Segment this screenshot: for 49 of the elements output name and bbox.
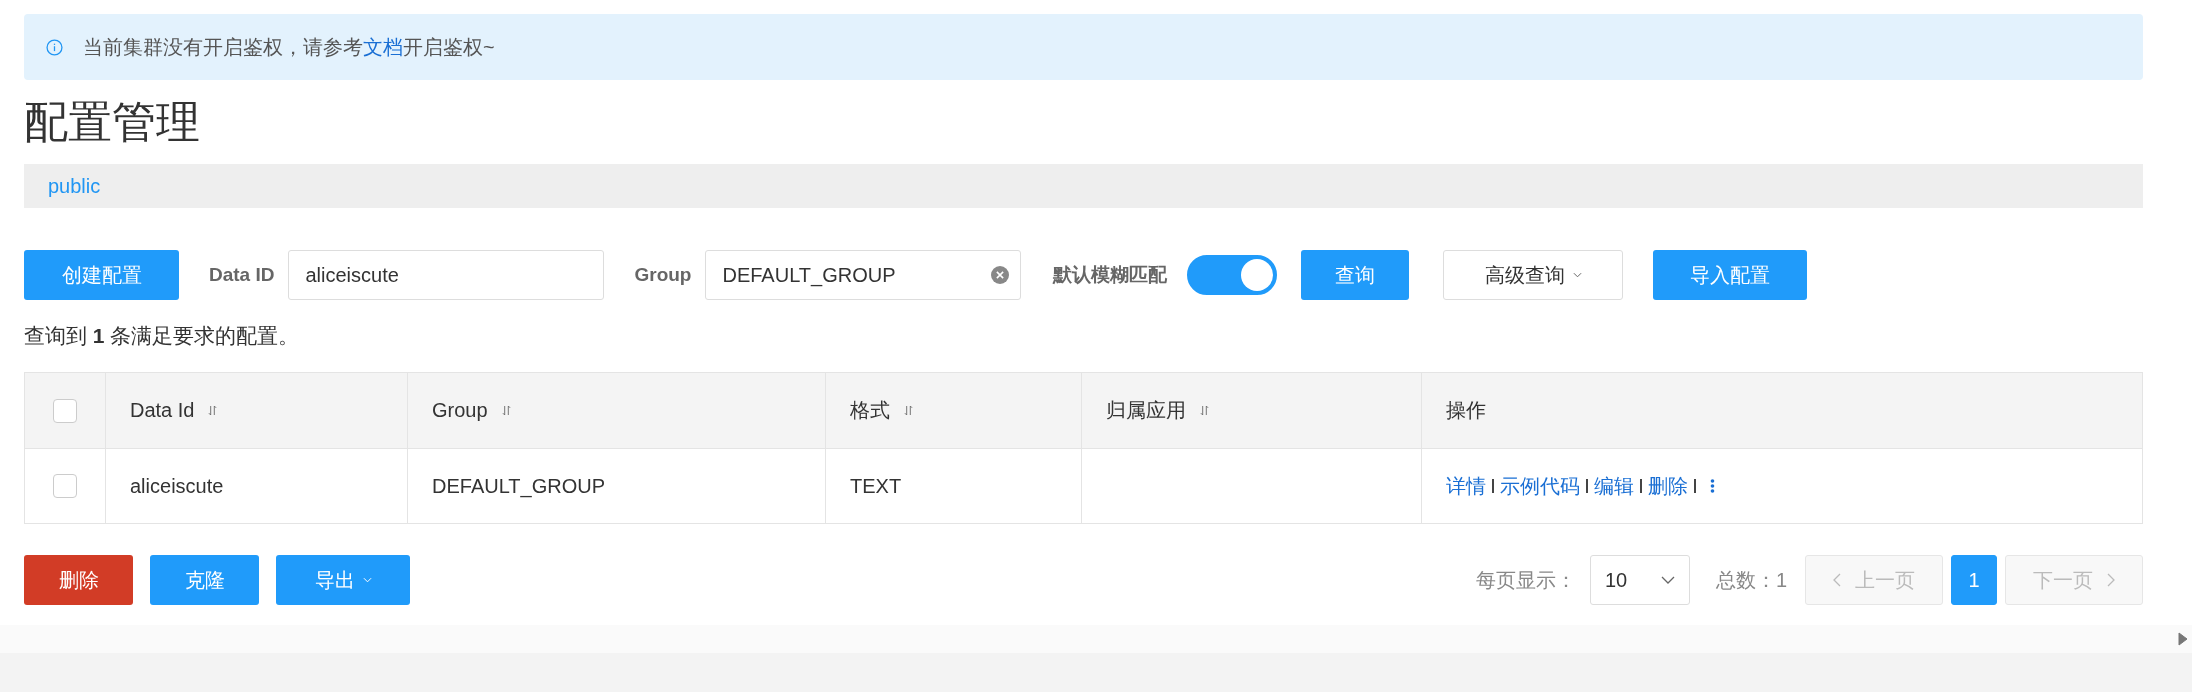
total-count: 总数：1 bbox=[1715, 567, 1787, 593]
data-id-label: Data ID bbox=[209, 264, 275, 286]
sort-icon[interactable] bbox=[1200, 405, 1209, 416]
clone-button[interactable]: 克隆 bbox=[150, 555, 259, 605]
import-config-button[interactable]: 导入配置 bbox=[1653, 250, 1808, 300]
chevron-right-icon bbox=[2107, 573, 2115, 587]
column-header[interactable]: Group bbox=[407, 372, 826, 449]
page-number-button[interactable]: 1 bbox=[1951, 555, 1997, 605]
table-cell: DEFAULT_GROUP bbox=[432, 474, 605, 497]
page-size-label: 每页显示： bbox=[1475, 567, 1576, 593]
clear-icon[interactable] bbox=[991, 266, 1010, 284]
column-header[interactable]: 格式 bbox=[825, 372, 1082, 449]
delete-button[interactable]: 删除 bbox=[24, 555, 133, 605]
select-all-checkbox[interactable] bbox=[53, 398, 77, 423]
group-label: Group bbox=[634, 264, 692, 286]
group-field[interactable]: DEFAULT_GROUP bbox=[705, 250, 1022, 300]
action-link[interactable]: 详情 bbox=[1446, 472, 1486, 500]
caret-icon bbox=[1572, 272, 1582, 278]
caret-icon bbox=[362, 577, 372, 583]
sort-icon[interactable] bbox=[208, 405, 218, 416]
fuzzy-match-label: 默认模糊匹配 bbox=[1053, 263, 1168, 287]
column-header: 操作 bbox=[1421, 372, 2143, 449]
notice-text: 当前集群没有开启鉴权，请参考文档开启鉴权~ bbox=[83, 34, 495, 60]
export-dropdown-button[interactable]: 导出 bbox=[276, 555, 410, 605]
data-id-field[interactable]: aliceiscute bbox=[288, 250, 605, 300]
info-icon bbox=[46, 38, 63, 56]
namespace-tab[interactable]: public bbox=[48, 174, 101, 198]
column-header[interactable]: 归属应用 bbox=[1081, 372, 1422, 449]
page-title: 配置管理 bbox=[24, 96, 201, 148]
result-summary: 查询到 1 条满足要求的配置。 bbox=[24, 323, 301, 349]
row-checkbox[interactable] bbox=[53, 474, 77, 499]
table-cell: aliceiscute bbox=[130, 474, 224, 497]
play-icon[interactable] bbox=[2178, 632, 2188, 646]
fuzzy-match-toggle[interactable] bbox=[1187, 255, 1278, 295]
table-cell: TEXT bbox=[850, 474, 902, 497]
column-header[interactable]: Data Id bbox=[105, 372, 408, 449]
chevron-left-icon bbox=[1833, 573, 1841, 587]
page-size-select[interactable]: 10 bbox=[1589, 555, 1690, 605]
docs-link[interactable]: 文档 bbox=[363, 35, 403, 58]
action-link[interactable]: 编辑 bbox=[1594, 472, 1634, 500]
sort-icon[interactable] bbox=[501, 405, 511, 416]
action-link[interactable]: 示例代码 bbox=[1500, 472, 1580, 500]
advanced-query-button[interactable]: 高级查询 bbox=[1443, 250, 1624, 300]
action-link[interactable]: 删除 bbox=[1648, 472, 1688, 500]
more-icon[interactable] bbox=[1710, 478, 1715, 494]
sort-icon[interactable] bbox=[904, 405, 913, 416]
chevron-down-icon bbox=[1660, 576, 1675, 584]
query-button[interactable]: 查询 bbox=[1301, 250, 1410, 300]
create-config-button[interactable]: 创建配置 bbox=[24, 250, 179, 300]
